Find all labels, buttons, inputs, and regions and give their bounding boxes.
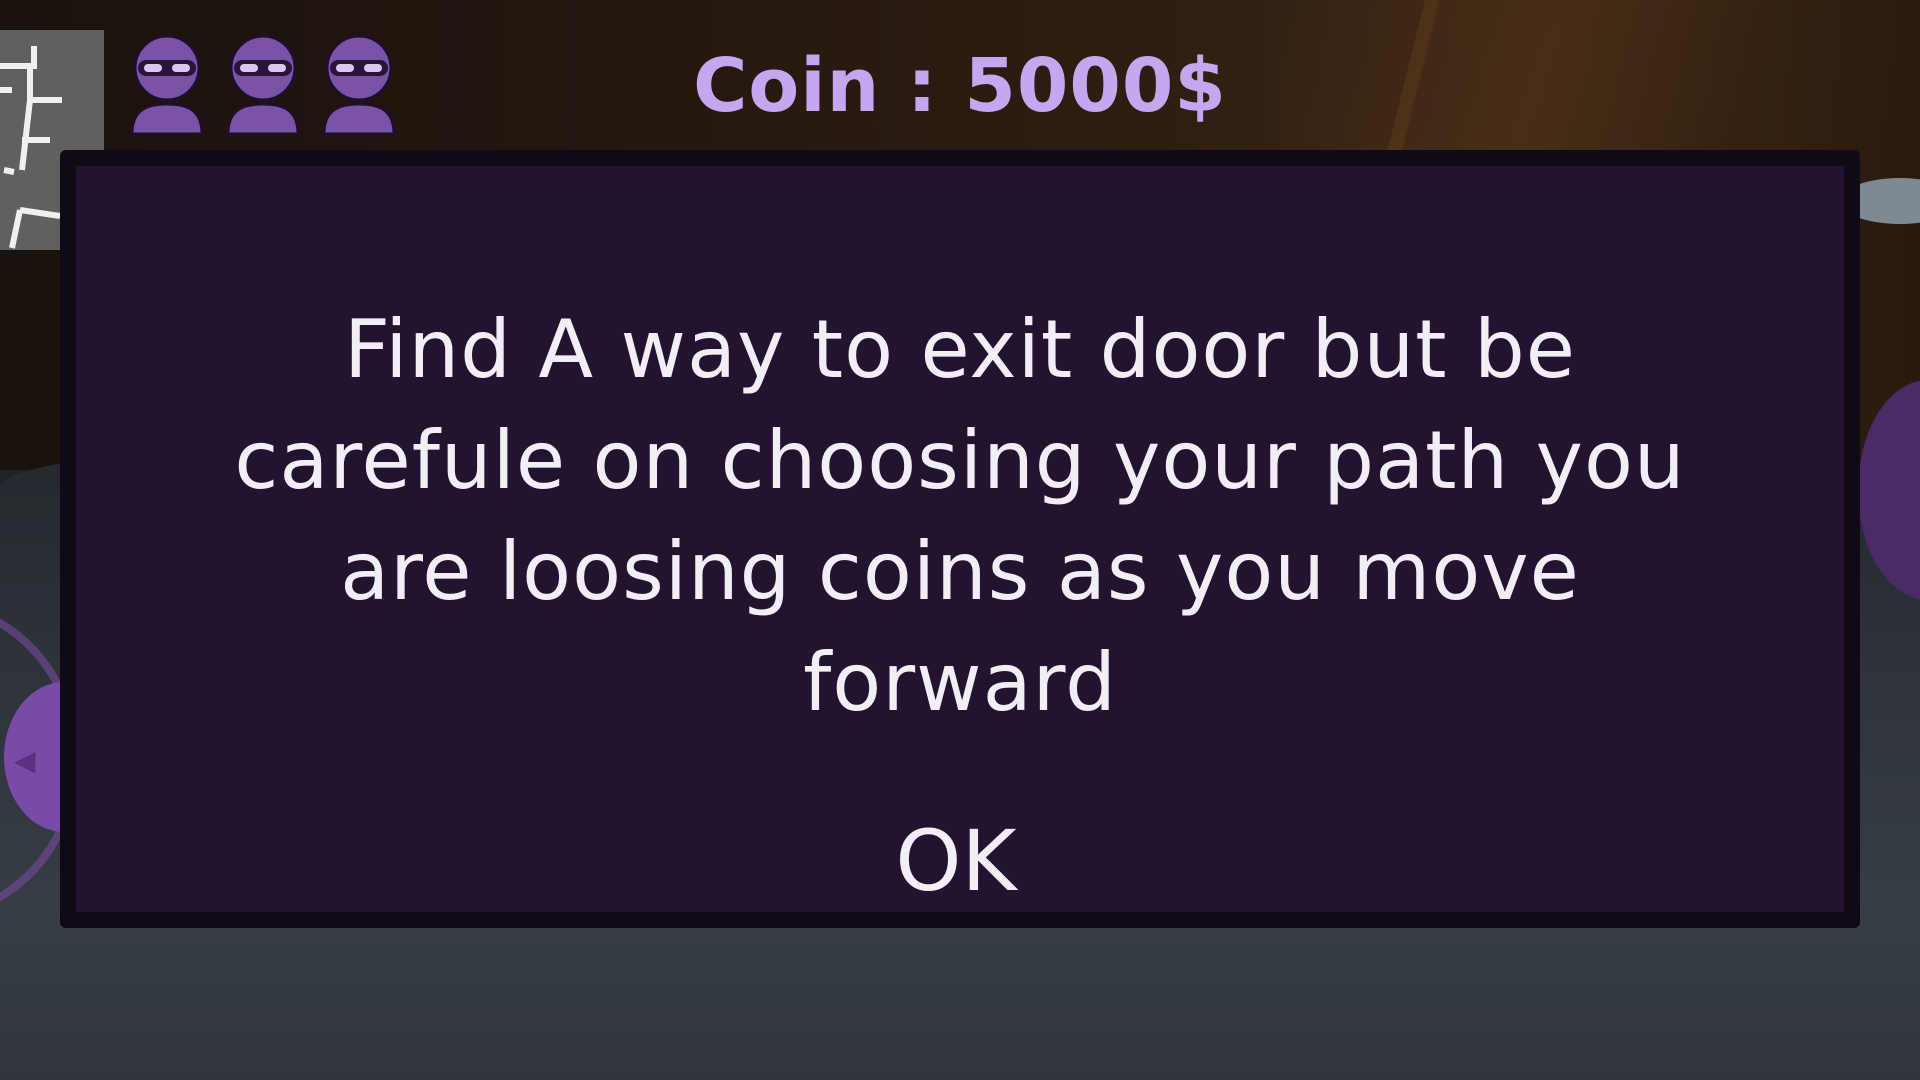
left-arrow-icon: ◀ [14, 744, 36, 777]
ninja-head-icon [322, 34, 396, 136]
dialog-message: Find A way to exit door but be carefule … [234, 303, 1686, 729]
instruction-dialog: Find A way to exit door but be carefule … [60, 150, 1860, 928]
ninja-head-icon [226, 34, 300, 136]
ninja-head-icon [130, 34, 204, 136]
lives-indicator [128, 30, 398, 136]
dialog-panel: Find A way to exit door but be carefule … [76, 166, 1844, 912]
coin-counter: Coin : 5000$ [693, 43, 1227, 129]
game-scene: Coin : 5000$ ◀ Find A way to exit door b… [0, 0, 1920, 1080]
ok-button[interactable]: OK [806, 806, 1106, 916]
